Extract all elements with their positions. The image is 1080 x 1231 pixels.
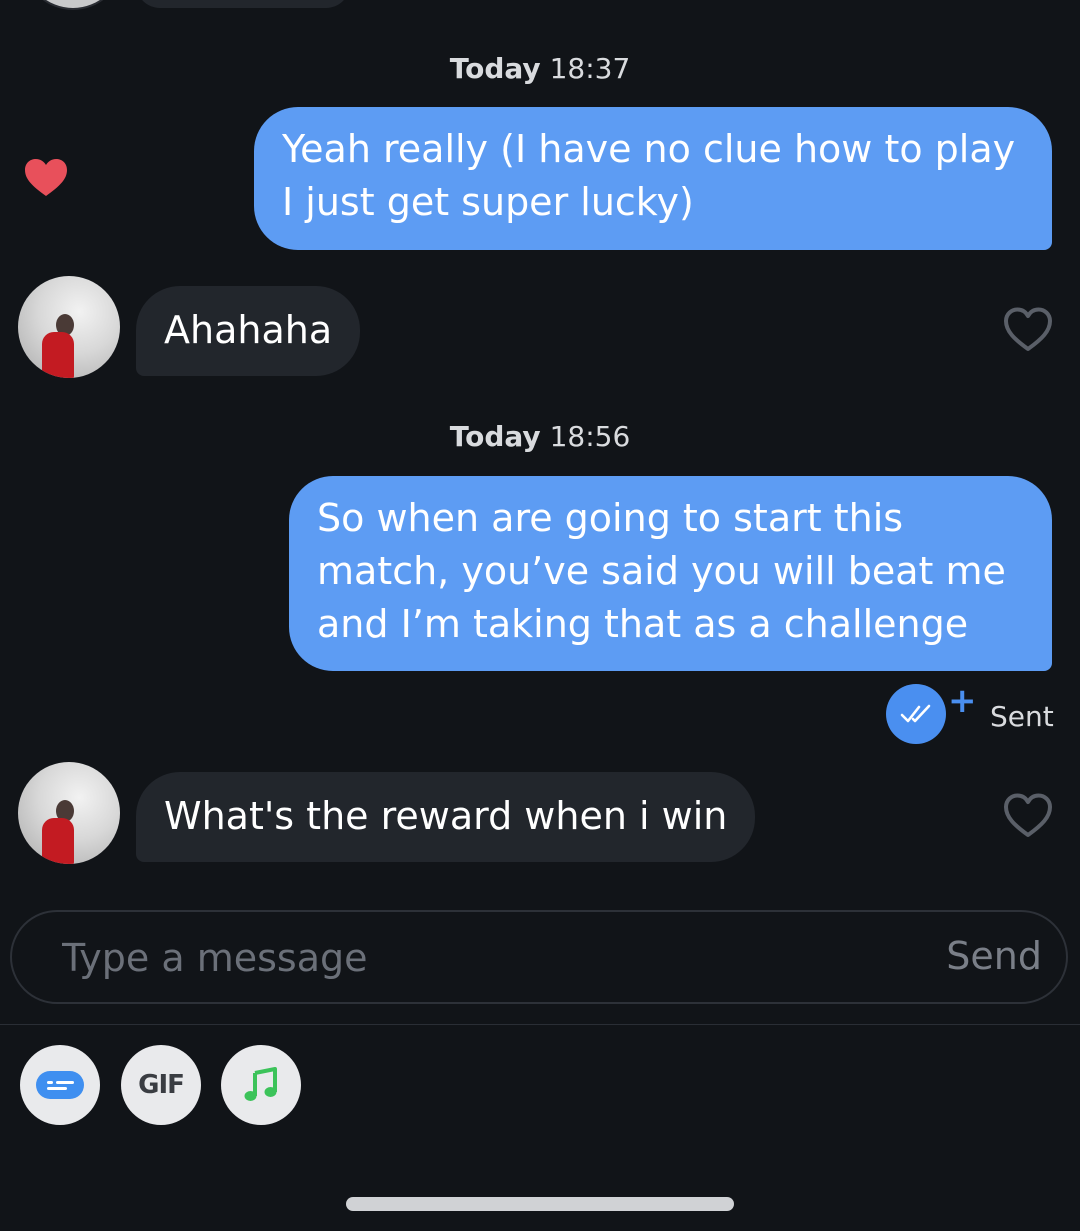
avatar-figure-body [42,818,74,864]
message-timestamp: Today 18:37 [0,52,1080,85]
music-note-icon [244,1067,277,1101]
avatar-figure-body [42,332,74,378]
avatar[interactable] [18,762,120,864]
timestamp-day: Today [449,52,541,85]
double-check-icon [900,704,931,723]
sticker-card-button[interactable] [20,1045,100,1125]
message-status: Sent [990,700,1054,733]
send-button[interactable]: Send [946,934,1042,978]
message-bubble-outgoing[interactable]: So when are going to start this match, y… [289,476,1052,671]
timestamp-time: 18:56 [549,420,631,453]
message-text: So when are going to start this match, y… [317,496,1006,646]
gif-button[interactable]: GIF [121,1045,201,1125]
message-text: What's the reward when i win [164,794,728,838]
message-composer: Send [10,910,1068,1004]
timestamp-time: 18:37 [549,52,631,85]
music-button[interactable] [221,1045,301,1125]
read-receipt-badge[interactable] [886,684,946,744]
message-timestamp: Today 18:56 [0,420,1080,453]
chat-screen: Today 18:37 Yeah really (I have no clue … [0,0,1080,1231]
home-indicator[interactable] [346,1197,734,1211]
message-input[interactable] [60,928,884,988]
message-bubble-incoming[interactable]: Ahahaha [136,286,361,376]
plus-icon[interactable]: + [948,684,977,718]
message-text: Ahahaha [164,308,333,352]
divider [0,1024,1080,1025]
liked-heart-icon[interactable] [22,154,70,202]
message-bubble-incoming [136,0,350,8]
avatar[interactable] [18,276,120,378]
gif-icon: GIF [138,1070,185,1100]
sticker-card-icon [36,1071,84,1099]
message-bubble-incoming[interactable]: What's the reward when i win [136,772,756,862]
avatar[interactable] [22,0,124,10]
like-heart-icon[interactable] [1002,304,1054,356]
timestamp-day: Today [449,420,541,453]
like-heart-icon[interactable] [1002,790,1054,842]
message-text: Yeah really (I have no clue how to play … [282,127,1016,224]
message-bubble-outgoing[interactable]: Yeah really (I have no clue how to play … [254,107,1052,250]
